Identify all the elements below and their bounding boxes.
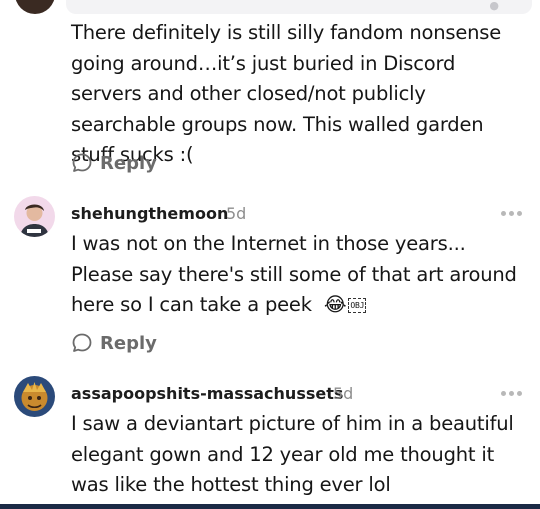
more-dot bbox=[517, 391, 522, 396]
username[interactable]: shehungthemoon bbox=[71, 204, 228, 223]
more-icon: ● bbox=[489, 0, 500, 12]
speech-bubble-icon bbox=[72, 333, 92, 352]
reply-label: Reply bbox=[100, 332, 157, 354]
more-options-button[interactable] bbox=[501, 211, 522, 216]
speech-bubble-icon bbox=[72, 153, 92, 172]
comment-body: There definitely is still silly fandom n… bbox=[71, 21, 502, 166]
more-dots-icon bbox=[501, 391, 506, 396]
user-avatar-image bbox=[14, 196, 55, 237]
reply-button[interactable]: Reply bbox=[71, 332, 157, 354]
more-dot bbox=[509, 391, 514, 396]
comment-body: I was not on the Internet in those years… bbox=[71, 229, 531, 321]
timestamp: 5d bbox=[226, 204, 247, 223]
avatar[interactable] bbox=[14, 196, 55, 237]
bottom-bar bbox=[0, 504, 540, 509]
comment-body: I saw a deviantart picture of him in a b… bbox=[71, 412, 514, 496]
avatar[interactable] bbox=[15, 0, 55, 14]
timestamp: 5d bbox=[333, 384, 354, 403]
comments-thread: ● There definitely is still silly fandom… bbox=[0, 0, 540, 509]
reply-button[interactable]: Reply bbox=[71, 152, 157, 174]
laughing-emoji-icon: 😂 bbox=[323, 293, 347, 317]
username[interactable]: assapoopshits-massachussets bbox=[71, 384, 343, 403]
more-options-button[interactable] bbox=[501, 391, 522, 396]
comment-text: I was not on the Internet in those years… bbox=[71, 232, 517, 316]
object-placeholder-icon: OBJ bbox=[348, 298, 367, 313]
more-dots-icon bbox=[501, 211, 506, 216]
previous-comment-bubble: ● bbox=[66, 0, 532, 14]
user-avatar-image bbox=[14, 376, 55, 417]
reply-label: Reply bbox=[100, 152, 157, 174]
avatar[interactable] bbox=[14, 376, 55, 417]
more-dot bbox=[509, 211, 514, 216]
more-dot bbox=[517, 211, 522, 216]
